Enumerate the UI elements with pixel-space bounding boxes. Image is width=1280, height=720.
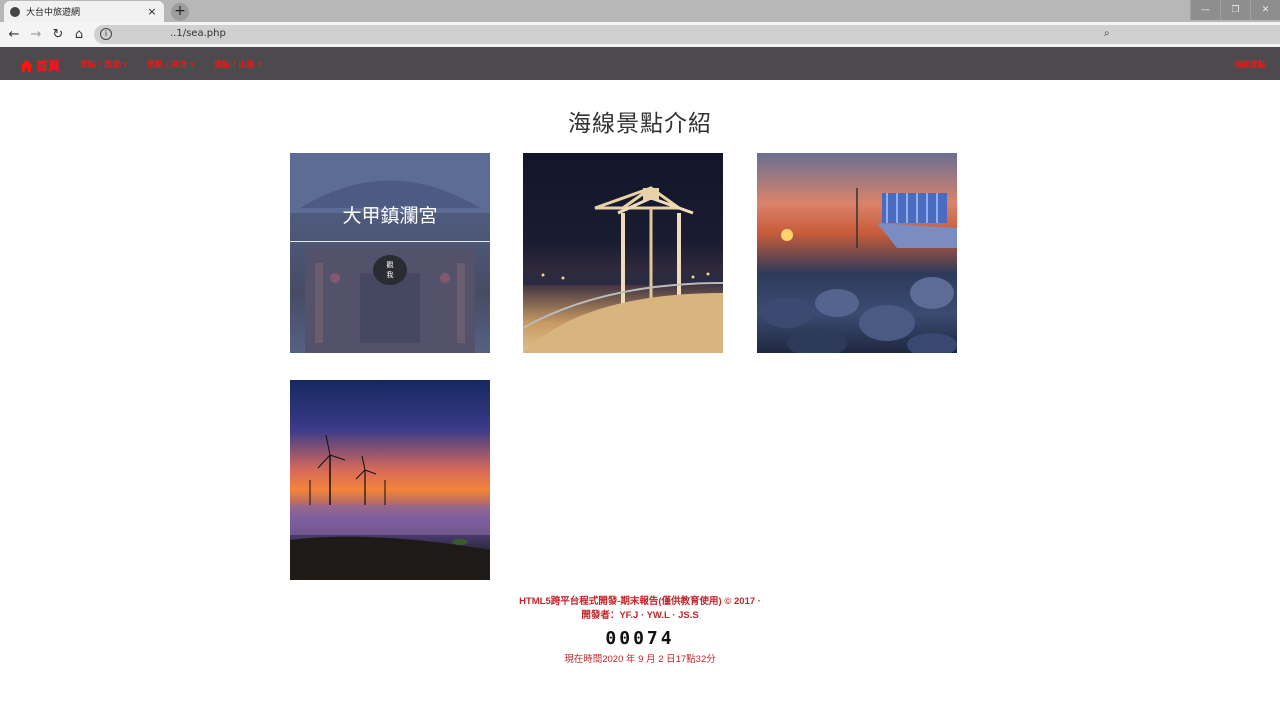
turbines-image: [290, 434, 490, 580]
window-controls: — ❐ ✕: [1190, 0, 1280, 20]
card-divider: [290, 241, 490, 242]
nav-link-2[interactable]: 景點 / 美食 ▾: [147, 59, 194, 70]
browser-toolbar: ← → ↻ ⌂ i ..1/sea.php ⌕: [0, 22, 1280, 47]
footer-developers: 開發者：YF.J · YW.L · JS.S: [581, 610, 699, 621]
tab-close-icon[interactable]: ×: [146, 5, 158, 18]
nav-link-1[interactable]: 景點 / 旅遊 ▾: [80, 59, 127, 70]
forward-icon[interactable]: →: [28, 27, 44, 43]
footer-copyright: HTML5跨平台程式開發-期末報告(僅供教育使用) © 2017 ·: [519, 596, 761, 607]
new-tab-button[interactable]: +: [171, 3, 189, 21]
browser-tab[interactable]: 大台中旅遊網 ×: [4, 1, 164, 22]
restore-button[interactable]: ❐: [1220, 0, 1250, 20]
home-browser-icon[interactable]: ⌂: [71, 27, 87, 43]
address-bar[interactable]: i ..1/sea.php ⌕: [94, 25, 1280, 44]
page-title: 海線景點介紹: [568, 111, 712, 137]
home-link[interactable]: 首頁: [20, 57, 60, 74]
attraction-card-dajia-temple[interactable]: 大甲鎮瀾宮 觀 我: [290, 153, 490, 353]
view-button-label: 觀 我: [386, 261, 394, 279]
nav-link-right[interactable]: 海線景點: [1234, 59, 1266, 70]
card-caption: 大甲鎮瀾宮: [342, 205, 438, 227]
attraction-card-harbor[interactable]: [757, 153, 957, 353]
minimize-button[interactable]: —: [1190, 0, 1220, 20]
extension-icon[interactable]: ⌕: [1104, 28, 1110, 39]
footer: HTML5跨平台程式開發-期末報告(僅供教育使用) © 2017 · 開發者：Y…: [0, 595, 1280, 623]
url-text: ..1/sea.php: [170, 28, 226, 39]
close-window-button[interactable]: ✕: [1250, 0, 1280, 20]
browser-tabstrip: 大台中旅遊網 × + — ❐ ✕: [0, 0, 1280, 22]
current-time: 現在時間2020 年 9 月 2 日17點32分: [564, 654, 716, 665]
harbor-image: [762, 188, 957, 353]
view-button[interactable]: 觀 我: [373, 255, 407, 285]
home-icon: [20, 59, 33, 72]
visitor-counter: 00074: [605, 628, 675, 649]
reload-icon[interactable]: ↻: [50, 27, 66, 43]
attraction-card-pavilion[interactable]: [523, 153, 723, 353]
site-navbar: 首頁 景點 / 旅遊 ▾ 景點 / 美食 ▾ 景點 / 山線 ▾ 海線景點: [0, 47, 1280, 80]
pavilion-image: [523, 186, 723, 353]
info-icon[interactable]: i: [100, 28, 112, 40]
tab-title: 大台中旅遊網: [26, 8, 81, 18]
attraction-card-wind-turbines[interactable]: [290, 380, 490, 580]
card-hover-overlay: [290, 153, 490, 353]
home-label: 首頁: [36, 59, 61, 73]
globe-icon: [10, 6, 20, 17]
nav-link-3[interactable]: 景點 / 山線 ▾: [214, 59, 261, 70]
back-icon[interactable]: ←: [6, 27, 22, 43]
